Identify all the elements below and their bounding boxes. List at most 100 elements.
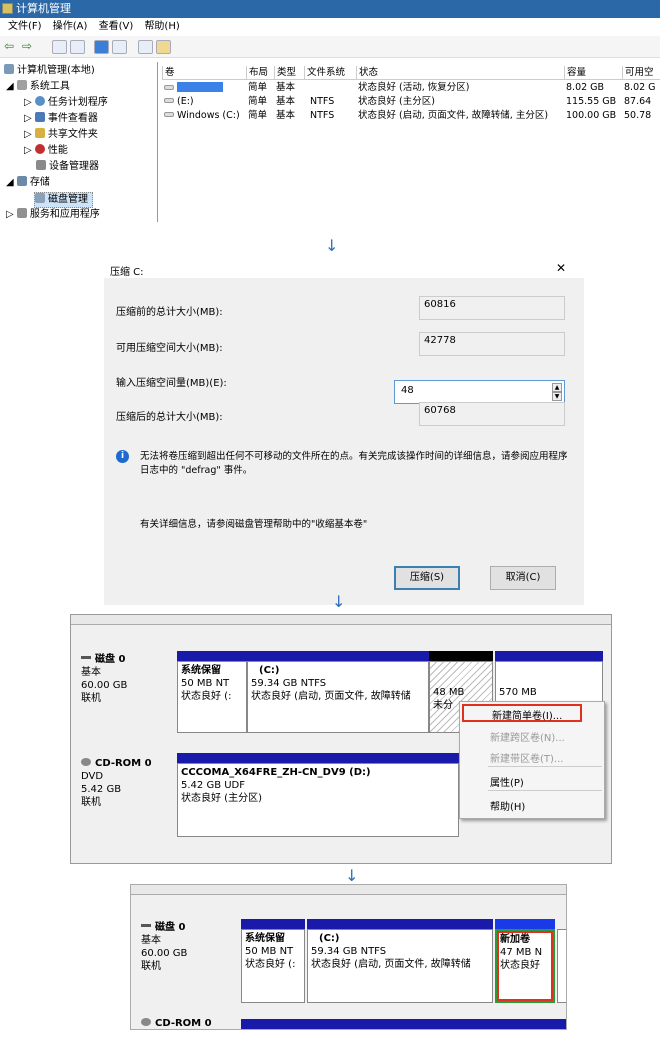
disk-icon: [81, 656, 91, 659]
cancel-button[interactable]: 取消(C): [490, 566, 556, 590]
info-icon: i: [116, 450, 129, 463]
menu-new-striped-volume[interactable]: 新建带区卷(T)...: [490, 750, 563, 765]
table-row[interactable]: (E:) 简单 基本 NTFS 状态良好 (主分区) 115.55 GB 87.…: [162, 96, 660, 108]
menu-bar: 文件(F) 操作(A) 查看(V) 帮助(H): [0, 18, 660, 36]
computer-icon: [4, 64, 14, 74]
col-free[interactable]: 可用空: [622, 66, 660, 80]
partition-c[interactable]: (C:) 59.34 GB NTFS 状态良好 (启动, 页面文件, 故障转储: [247, 661, 429, 733]
col-layout[interactable]: 布局: [246, 66, 274, 80]
table-row[interactable]: 简单 基本 状态良好 (活动, 恢复分区) 8.02 GB 8.02 G: [162, 82, 660, 94]
tree-device-manager[interactable]: 设备管理器: [36, 160, 99, 174]
storage-icon: [16, 176, 27, 186]
disk0-info[interactable]: 磁盘 0 基本 60.00 GB 联机: [141, 921, 187, 973]
table-row[interactable]: Windows (C:) 简单 基本 NTFS 状态良好 (启动, 页面文件, …: [162, 110, 660, 122]
close-icon[interactable]: ✕: [556, 261, 566, 275]
tree-disk-management[interactable]: 磁盘管理: [34, 192, 93, 208]
help-text: 有关详细信息，请参阅磁盘管理帮助中的"收缩基本卷": [140, 519, 368, 530]
menu-new-simple-volume[interactable]: 新建简单卷(I)...: [462, 704, 582, 722]
col-filesystem[interactable]: 文件系统: [304, 66, 356, 80]
help-icon[interactable]: [94, 40, 109, 54]
partition-new-volume[interactable]: 新加卷 47 MB N 状态良好: [495, 929, 555, 1003]
down-arrow-icon: ↓: [325, 236, 339, 255]
device-manager-icon: [36, 160, 46, 170]
computer-management-window: 计算机管理 文件(F) 操作(A) 查看(V) 帮助(H) ⇦ ⇨ 计算机管理(…: [0, 0, 660, 222]
col-type[interactable]: 类型: [274, 66, 304, 80]
partition-bar: [495, 919, 555, 929]
menu-separator: [488, 790, 602, 791]
spin-up-icon[interactable]: ▲: [552, 383, 562, 392]
tree-root[interactable]: 计算机管理(本地): [4, 64, 95, 78]
volume-icon: [164, 112, 174, 117]
dialog-body: 压缩前的总计大小(MB): 60816 可用压缩空间大小(MB): 42778 …: [104, 278, 584, 553]
partition-bar: [177, 651, 247, 661]
menu-properties[interactable]: 属性(P): [490, 774, 524, 789]
partition-system-reserved[interactable]: 系统保留 50 MB NT 状态良好 (:: [177, 661, 247, 733]
partition-bar: [429, 651, 493, 661]
partition-570[interactable]: [557, 929, 566, 1003]
context-menu: 新建简单卷(I)... 新建跨区卷(N)... 新建带区卷(T)... 属性(P…: [459, 701, 605, 819]
shared-folder-icon: [34, 128, 45, 138]
partition-bar: [241, 919, 305, 929]
label-total-after: 压缩后的总计大小(MB):: [116, 412, 223, 423]
spin-down-icon[interactable]: ▼: [552, 392, 562, 401]
label-total-before: 压缩前的总计大小(MB):: [116, 307, 223, 318]
tree-services-apps[interactable]: ▷ 服务和应用程序: [6, 208, 100, 222]
toolbar: ⇦ ⇨: [0, 36, 660, 58]
performance-icon: [34, 144, 45, 154]
tree-task-scheduler[interactable]: ▷ 任务计划程序: [24, 96, 108, 110]
col-status[interactable]: 状态: [356, 66, 564, 80]
clock-icon: [34, 96, 45, 106]
disk-icon: [141, 924, 151, 927]
export-icon[interactable]: [156, 40, 171, 54]
cdrom-icon: [141, 1018, 151, 1026]
tools-icon: [16, 80, 27, 90]
show-hide-tree-icon[interactable]: [70, 40, 85, 54]
partition-c[interactable]: (C:) 59.34 GB NTFS 状态良好 (启动, 页面文件, 故障转储: [307, 929, 493, 1003]
menu-view[interactable]: 查看(V): [99, 18, 134, 36]
volume-table: 卷 布局 类型 文件系统 状态 容量 可用空 简单 基本 状态良好 (活动, 恢…: [162, 66, 660, 222]
up-icon[interactable]: [52, 40, 67, 54]
cdrom-info[interactable]: CD-ROM 0 DVD 5.42 GB 联机: [81, 757, 152, 809]
properties-icon[interactable]: [112, 40, 127, 54]
field-available: 42778: [419, 332, 565, 356]
tree-shared-folders[interactable]: ▷ 共享文件夹: [24, 128, 98, 142]
cdrom-bar: [241, 1019, 566, 1029]
cdrom-info[interactable]: CD-ROM 0: [141, 1017, 212, 1029]
tree-storage[interactable]: ◢ 存储: [6, 176, 50, 190]
cdrom-volume[interactable]: CCCOMA_X64FRE_ZH-CN_DV9 (D:) 5.42 GB UDF…: [177, 763, 459, 837]
menu-help[interactable]: 帮助(H): [490, 798, 525, 813]
field-total-after: 60768: [419, 402, 565, 426]
app-icon: [2, 3, 13, 14]
disk-map-panel: 磁盘 0 基本 60.00 GB 联机 系统保留 50 MB NT 状态良好 (…: [70, 614, 612, 864]
event-viewer-icon: [34, 112, 45, 122]
cdrom-icon: [81, 758, 91, 766]
partition-bar: [307, 919, 493, 929]
back-icon[interactable]: ⇦: [4, 39, 14, 53]
info-text: 无法将卷压缩到超出任何不可移动的文件所在的点。有关完成该操作时间的详细信息，请参…: [140, 451, 568, 476]
horizontal-scrollbar[interactable]: [131, 885, 566, 895]
partition-system-reserved[interactable]: 系统保留 50 MB NT 状态良好 (:: [241, 929, 305, 1003]
tree-performance[interactable]: ▷ 性能: [24, 144, 68, 158]
horizontal-scrollbar[interactable]: [71, 615, 611, 625]
tree-system-tools[interactable]: ◢ 系统工具: [6, 80, 70, 94]
field-total-before: 60816: [419, 296, 565, 320]
tree-event-viewer[interactable]: ▷ 事件查看器: [24, 112, 98, 126]
forward-icon[interactable]: ⇨: [22, 39, 32, 53]
shrink-button[interactable]: 压缩(S): [394, 566, 460, 590]
navigation-tree: 计算机管理(本地) ◢ 系统工具 ▷ 任务计划程序 ▷ 事件查看器 ▷ 共享文件…: [0, 62, 158, 222]
refresh-icon[interactable]: [138, 40, 153, 54]
table-header: 卷 布局 类型 文件系统 状态 容量 可用空: [162, 66, 660, 80]
disk0-info[interactable]: 磁盘 0 基本 60.00 GB 联机: [81, 653, 127, 705]
menu-separator: [488, 766, 602, 767]
dialog-title: 压缩 C:: [110, 267, 144, 278]
services-icon: [16, 208, 27, 218]
menu-action[interactable]: 操作(A): [53, 18, 88, 36]
col-volume[interactable]: 卷: [162, 66, 246, 80]
redacted-volume-name: [177, 82, 223, 92]
shrink-amount-input[interactable]: 48 ▲ ▼: [394, 380, 565, 404]
menu-new-spanned-volume[interactable]: 新建跨区卷(N)...: [490, 729, 565, 744]
col-capacity[interactable]: 容量: [564, 66, 622, 80]
partition-bar: [247, 651, 429, 661]
menu-file[interactable]: 文件(F): [8, 18, 42, 36]
menu-help[interactable]: 帮助(H): [144, 18, 179, 36]
